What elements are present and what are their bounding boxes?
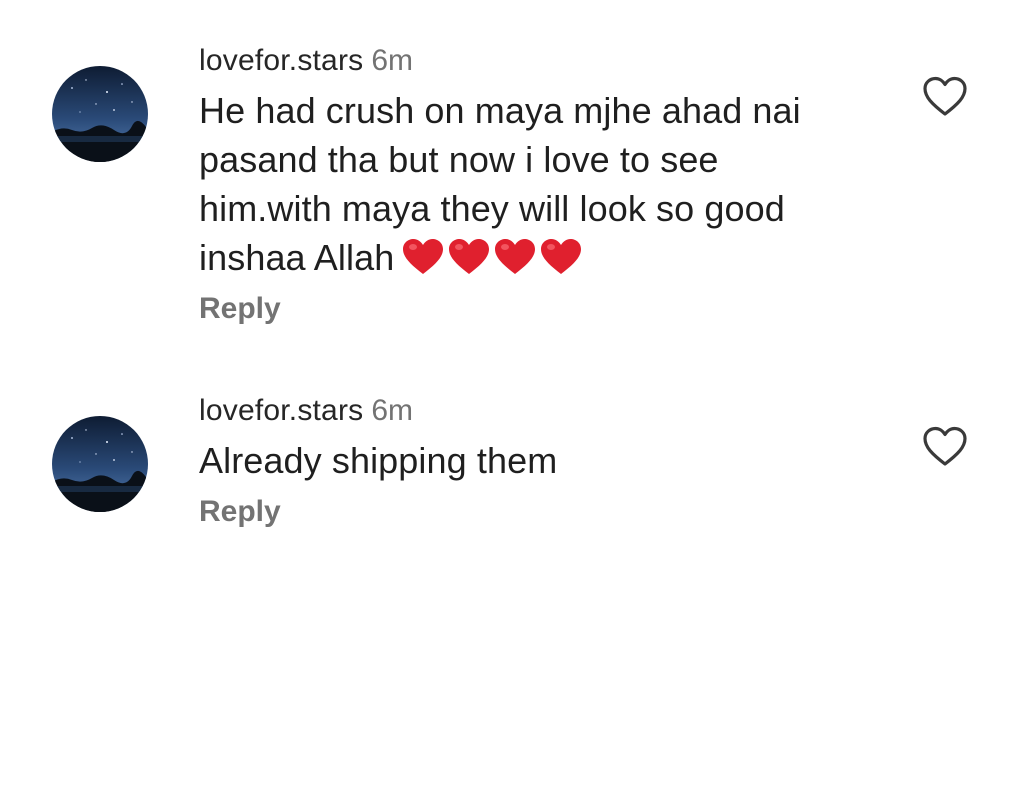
avatar-image xyxy=(52,416,148,512)
red-heart-emoji xyxy=(449,239,490,274)
comments-list: lovefor.stars 6m He had crush on maya mjh… xyxy=(0,0,1024,801)
username[interactable]: lovefor.stars xyxy=(199,394,363,427)
comment-text-line: inshaa Allah xyxy=(199,237,395,278)
comment-text: Already shipping them xyxy=(199,436,879,485)
avatar-image xyxy=(52,66,148,162)
username[interactable]: lovefor.stars xyxy=(199,44,363,77)
timestamp: 6m xyxy=(371,44,414,77)
comment-body: lovefor.stars 6m Already shipping them Re… xyxy=(199,392,879,531)
reply-button[interactable]: Reply xyxy=(199,493,281,531)
comment-text-line-last: inshaa Allah xyxy=(199,233,879,282)
heart-outline-icon[interactable] xyxy=(922,76,968,118)
avatar[interactable] xyxy=(52,66,148,162)
emoji-group xyxy=(402,238,582,276)
comment-text-line: him.with maya they will look so good xyxy=(199,188,785,229)
comment-body: lovefor.stars 6m He had crush on maya mjh… xyxy=(199,42,879,328)
heart-outline-icon[interactable] xyxy=(922,426,968,468)
comment-text: He had crush on maya mjhe ahad nai pasan… xyxy=(199,86,879,282)
reply-button[interactable]: Reply xyxy=(199,290,281,328)
red-heart-emoji xyxy=(541,239,582,274)
comment-meta: lovefor.stars 6m xyxy=(199,42,879,80)
comment-meta: lovefor.stars 6m xyxy=(199,392,879,430)
comment-text-line: Already shipping them xyxy=(199,440,558,481)
red-heart-emoji xyxy=(495,239,536,274)
red-heart-emoji xyxy=(403,239,444,274)
timestamp: 6m xyxy=(371,394,414,427)
comment-text-line: pasand tha but now i love to see xyxy=(199,139,719,180)
avatar[interactable] xyxy=(52,416,148,512)
comment-text-line: He had crush on maya mjhe ahad nai xyxy=(199,90,801,131)
